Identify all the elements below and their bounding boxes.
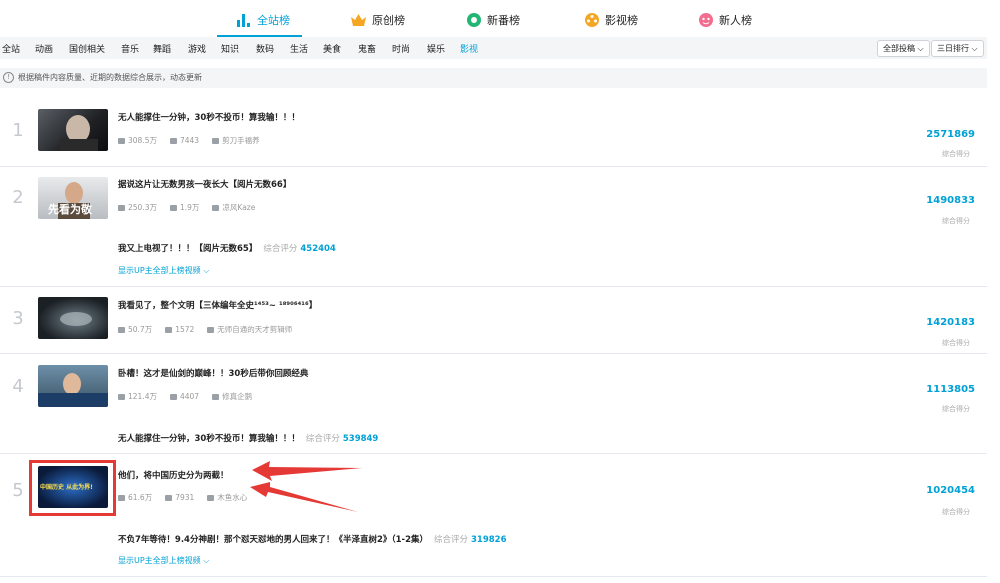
arrow-lower bbox=[250, 482, 358, 512]
page-scrollbar[interactable] bbox=[988, 0, 1000, 583]
annotation-arrows bbox=[250, 461, 362, 512]
arrow-upper bbox=[252, 461, 362, 481]
